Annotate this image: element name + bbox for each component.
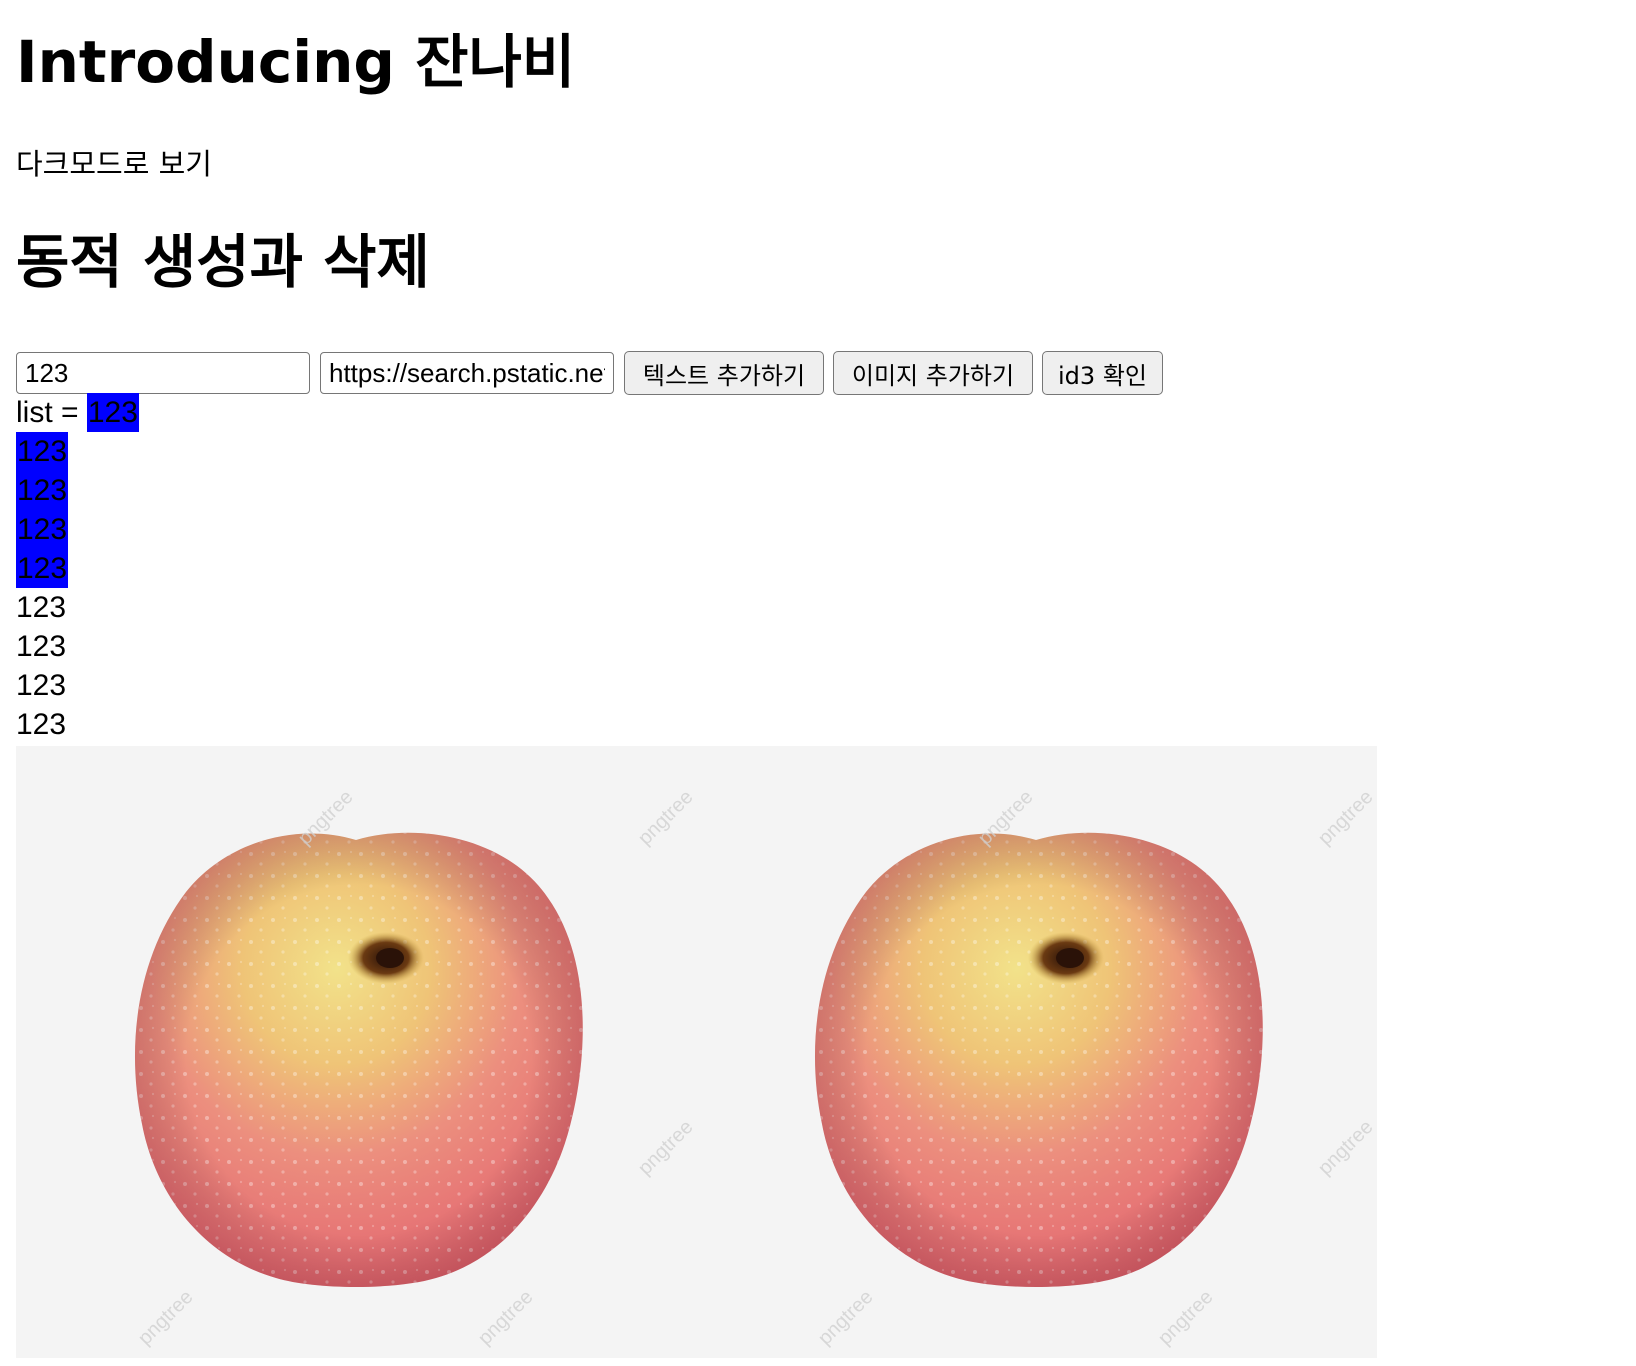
section-title: 동적 생성과 삭제 xyxy=(16,228,430,296)
svg-text:pngtree: pngtree xyxy=(814,1286,878,1350)
list-line: 123 xyxy=(16,705,139,744)
list-label: list = xyxy=(16,396,87,429)
svg-text:pngtree: pngtree xyxy=(634,786,698,850)
add-image-button[interactable]: 이미지 추가하기 xyxy=(833,351,1033,395)
add-text-button[interactable]: 텍스트 추가하기 xyxy=(624,351,824,395)
list-item: 123 xyxy=(16,708,67,741)
added-image: pngtree pngtree pngtree pngtree pngtree … xyxy=(16,746,1377,1358)
list-line-first: list = 123 xyxy=(16,393,139,432)
list-item: 123 xyxy=(16,630,67,663)
text-input[interactable] xyxy=(16,352,310,394)
list-item: 123 xyxy=(16,549,69,588)
controls-row: 텍스트 추가하기 이미지 추가하기 id3 확인 xyxy=(16,351,1163,395)
list-container: list = 123 123 123 123 123 123 123 123 1… xyxy=(16,393,139,744)
svg-text:pngtree: pngtree xyxy=(474,1286,538,1350)
svg-text:pngtree: pngtree xyxy=(634,1116,698,1180)
svg-text:pngtree: pngtree xyxy=(1314,786,1377,850)
image-url-input[interactable] xyxy=(320,352,614,394)
list-line: 123 xyxy=(16,627,139,666)
list-line: 123 xyxy=(16,432,139,471)
dark-mode-toggle[interactable]: 다크모드로 보기 xyxy=(16,144,212,184)
page-title: Introducing 잔나비 xyxy=(16,28,576,96)
list-line: 123 xyxy=(16,666,139,705)
list-line: 123 xyxy=(16,588,139,627)
list-line: 123 xyxy=(16,471,139,510)
list-item: 123 xyxy=(16,591,67,624)
list-item: 123 xyxy=(16,669,67,702)
svg-text:pngtree: pngtree xyxy=(1154,1286,1218,1350)
list-item: 123 xyxy=(16,471,69,510)
check-id3-button[interactable]: id3 확인 xyxy=(1042,351,1163,395)
list-line: 123 xyxy=(16,549,139,588)
list-item: 123 xyxy=(16,510,69,549)
apple-images: pngtree pngtree pngtree pngtree pngtree … xyxy=(134,786,1377,1350)
svg-text:pngtree: pngtree xyxy=(1314,1116,1377,1180)
svg-text:pngtree: pngtree xyxy=(134,1286,198,1350)
list-line: 123 xyxy=(16,510,139,549)
list-item: 123 xyxy=(16,432,69,471)
list-item: 123 xyxy=(86,393,139,432)
